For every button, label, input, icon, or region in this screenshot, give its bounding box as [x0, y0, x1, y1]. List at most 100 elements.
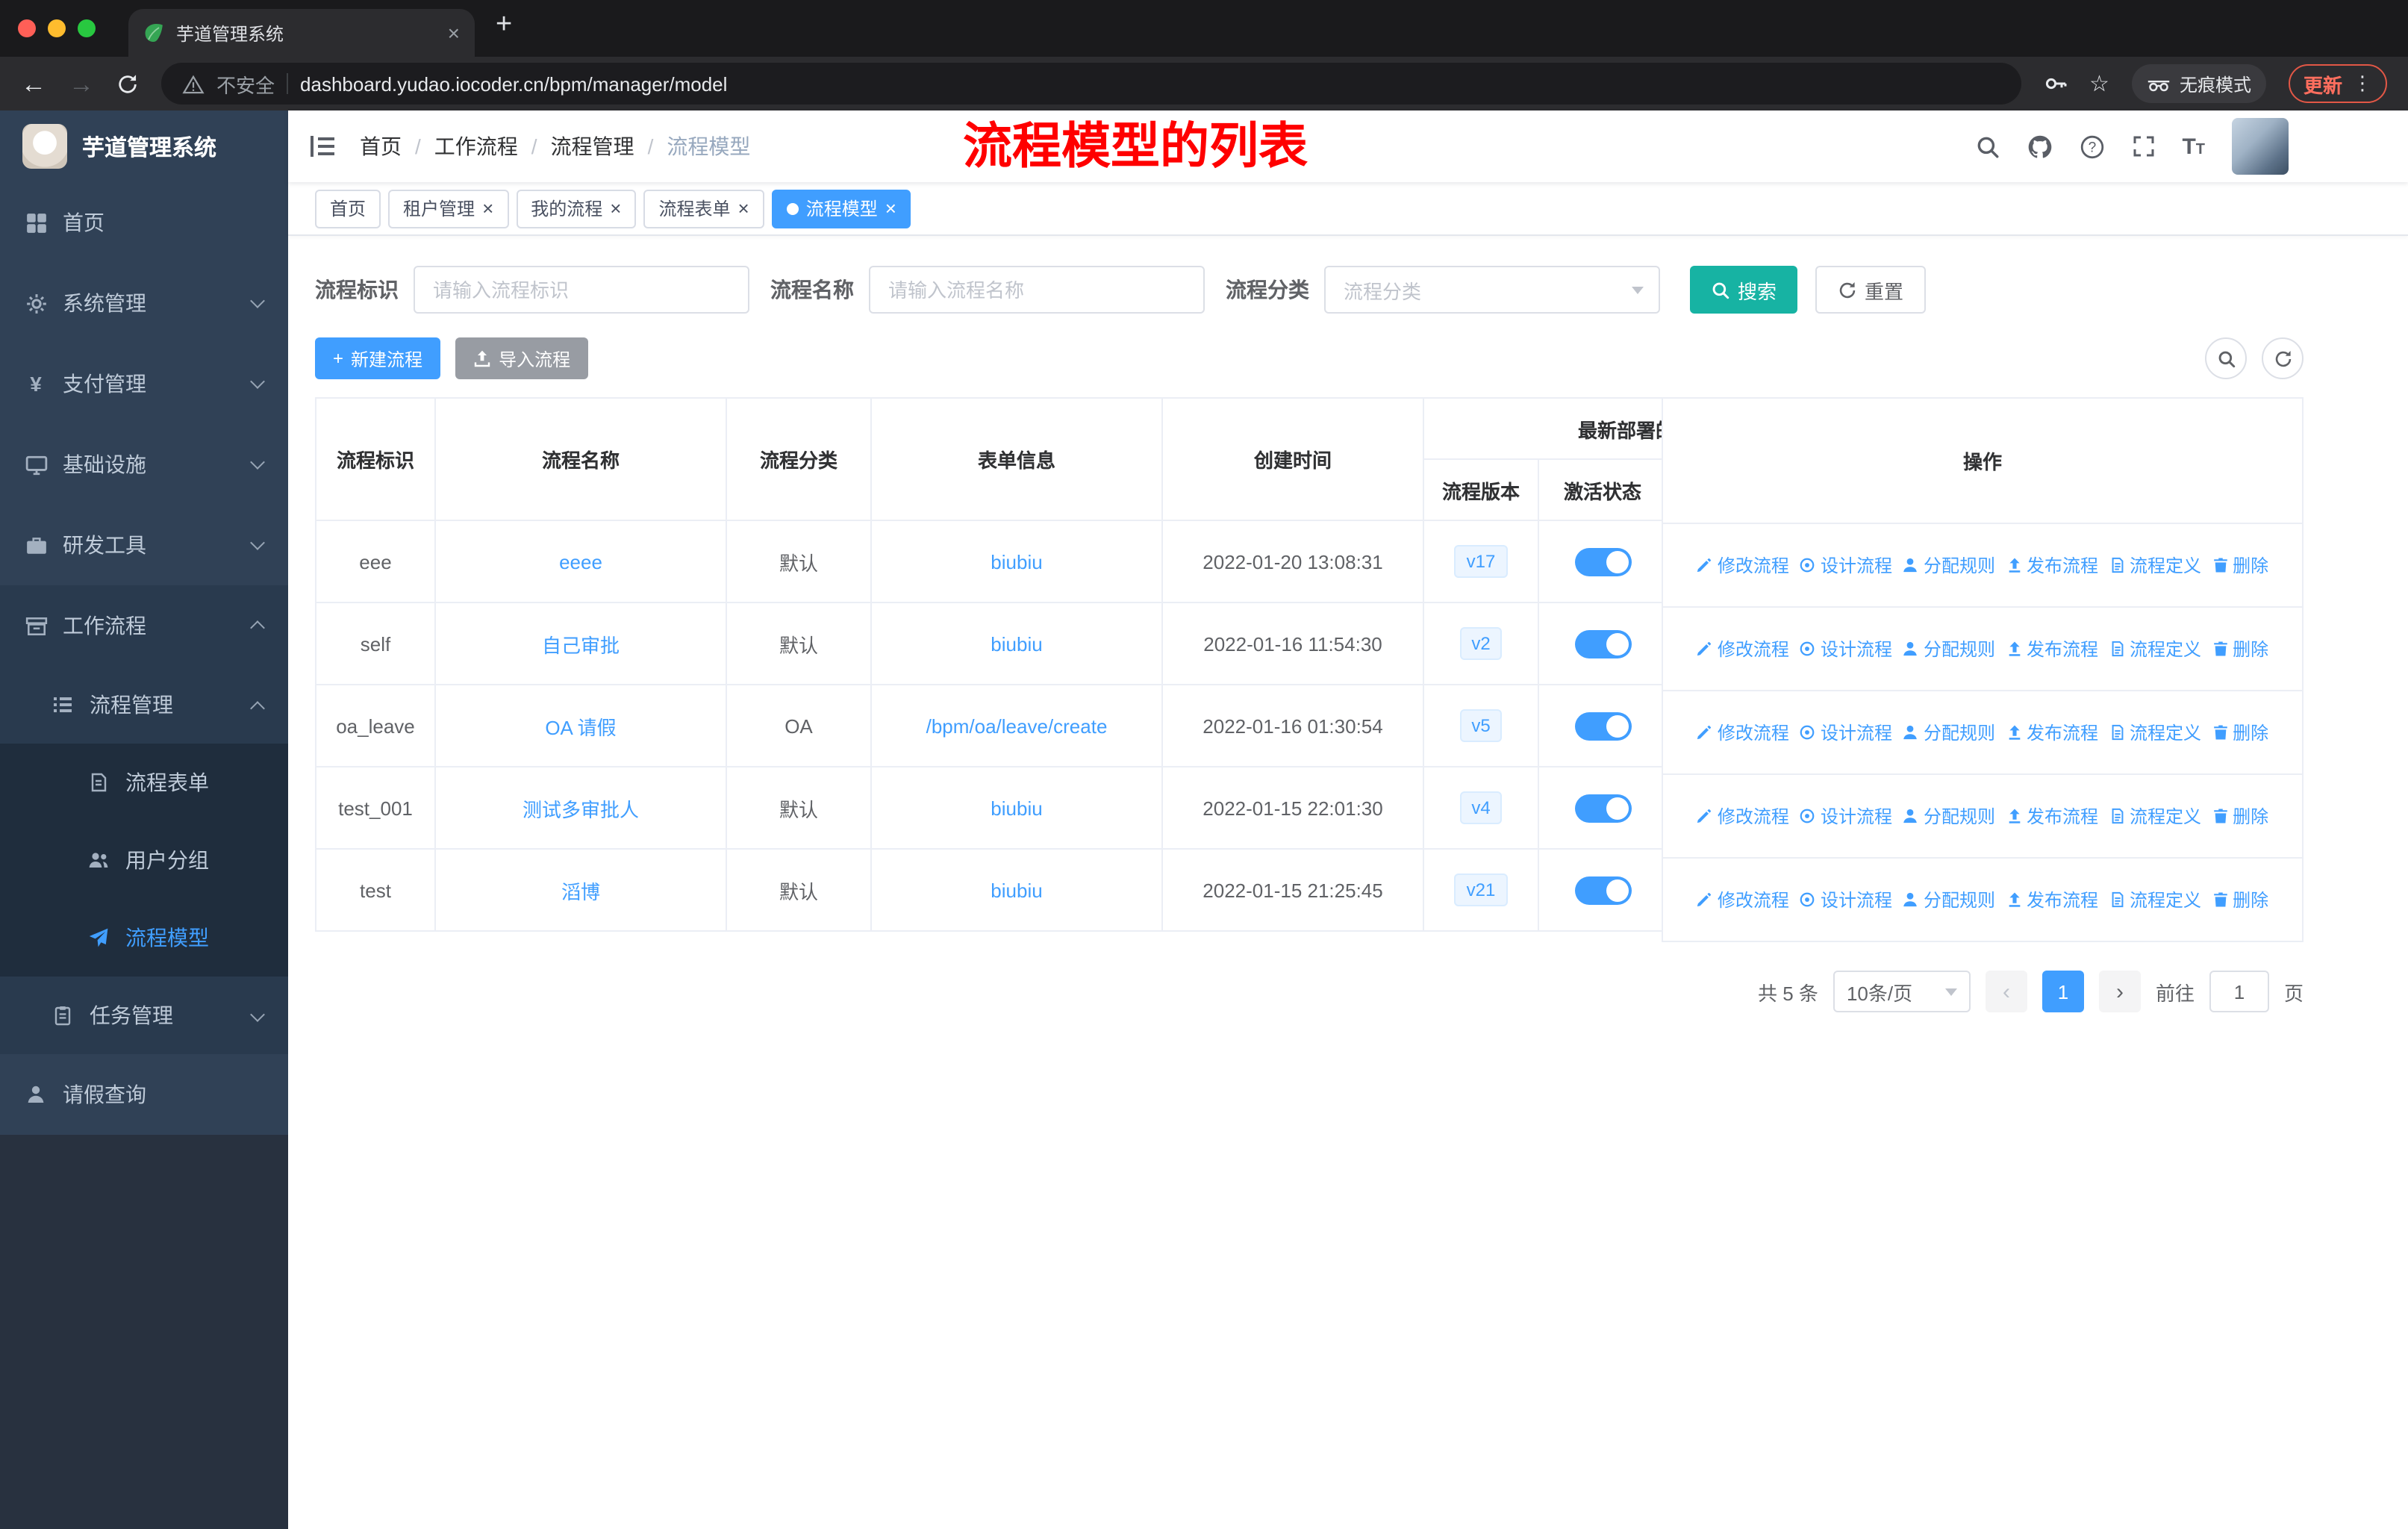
browser-update-button[interactable]: 更新 ⋮ [2288, 64, 2387, 103]
active-toggle[interactable] [1574, 876, 1631, 904]
tag-close-icon[interactable]: × [885, 199, 896, 218]
search-icon[interactable] [1974, 134, 2000, 159]
delete-action[interactable]: 删除 [2212, 552, 2268, 578]
help-icon[interactable]: ? [2079, 134, 2104, 159]
publish-action[interactable]: 发布流程 [2006, 636, 2098, 661]
publish-action[interactable]: 发布流程 [2006, 552, 2098, 578]
toggle-search-button[interactable] [2205, 337, 2247, 379]
window-zoom-button[interactable] [78, 19, 96, 37]
font-size-icon[interactable]: TT [2182, 134, 2205, 159]
goto-page-input[interactable] [2209, 971, 2269, 1012]
sidebar-item-home[interactable]: 首页 [0, 182, 288, 263]
design-action[interactable]: 设计流程 [1800, 803, 1892, 829]
forward-icon[interactable]: → [69, 71, 94, 96]
search-button[interactable]: 搜索 [1690, 266, 1798, 314]
delete-action[interactable]: 删除 [2212, 720, 2268, 745]
browser-tab[interactable]: 芋道管理系统 × [128, 9, 475, 57]
tag-home[interactable]: 首页 [315, 189, 381, 228]
create-process-button[interactable]: + 新建流程 [315, 337, 441, 379]
tag-close-icon[interactable]: × [610, 199, 621, 218]
edit-action[interactable]: 修改流程 [1697, 803, 1789, 829]
assign-rule-action[interactable]: 分配规则 [1903, 803, 1995, 829]
prev-page-button[interactable]: ‹ [1985, 971, 2027, 1012]
process-name-link[interactable]: 自己审批 [542, 634, 620, 656]
active-toggle[interactable] [1574, 629, 1631, 658]
form-link[interactable]: biubiu [991, 550, 1042, 573]
sidebar-item-dev-tools[interactable]: 研发工具 [0, 505, 288, 585]
password-key-icon[interactable] [2043, 72, 2067, 96]
user-avatar[interactable] [2232, 118, 2289, 175]
sidebar-item-process-form[interactable]: 流程表单 [0, 744, 288, 821]
edit-action[interactable]: 修改流程 [1697, 552, 1789, 578]
design-action[interactable]: 设计流程 [1800, 887, 1892, 912]
sidebar-item-leave-query[interactable]: 请假查询 [0, 1054, 288, 1135]
active-toggle[interactable] [1574, 794, 1631, 822]
sidebar-item-task-mgmt[interactable]: 任务管理 [0, 977, 288, 1054]
tag-close-icon[interactable]: × [482, 199, 493, 218]
definition-action[interactable]: 流程定义 [2109, 636, 2201, 661]
process-name-link[interactable]: OA 请假 [545, 716, 616, 738]
definition-action[interactable]: 流程定义 [2109, 803, 2201, 829]
sidebar-logo[interactable]: 芋道管理系统 [0, 110, 288, 182]
sidebar-item-system-mgmt[interactable]: 系统管理 [0, 263, 288, 343]
edit-action[interactable]: 修改流程 [1697, 887, 1789, 912]
design-action[interactable]: 设计流程 [1800, 720, 1892, 745]
process-name-link[interactable]: eeee [559, 550, 602, 573]
delete-action[interactable]: 删除 [2212, 887, 2268, 912]
sidebar-item-user-group[interactable]: 用户分组 [0, 821, 288, 899]
form-link[interactable]: biubiu [991, 879, 1042, 901]
import-process-button[interactable]: 导入流程 [455, 337, 589, 379]
next-page-button[interactable]: › [2098, 971, 2141, 1012]
definition-action[interactable]: 流程定义 [2109, 720, 2201, 745]
page-size-select[interactable]: 10条/页 [1832, 971, 1971, 1012]
back-icon[interactable]: ← [21, 71, 46, 96]
form-link[interactable]: biubiu [991, 797, 1042, 819]
browser-menu-icon[interactable]: ⋮ [2353, 72, 2372, 96]
active-toggle[interactable] [1574, 547, 1631, 576]
window-minimize-button[interactable] [48, 19, 66, 37]
github-icon[interactable] [2027, 134, 2052, 159]
page-1-button[interactable]: 1 [2042, 971, 2084, 1012]
process-name-input[interactable] [869, 266, 1205, 314]
tag-process-form[interactable]: 流程表单 × [643, 189, 764, 228]
breadcrumb-item[interactable]: 首页 [360, 131, 402, 161]
assign-rule-action[interactable]: 分配规则 [1903, 720, 1995, 745]
active-toggle[interactable] [1574, 711, 1631, 740]
edit-action[interactable]: 修改流程 [1697, 636, 1789, 661]
menu-fold-icon[interactable] [309, 134, 336, 158]
publish-action[interactable]: 发布流程 [2006, 803, 2098, 829]
publish-action[interactable]: 发布流程 [2006, 720, 2098, 745]
process-id-input[interactable] [414, 266, 749, 314]
breadcrumb-item[interactable]: 工作流程 [434, 131, 518, 161]
new-tab-button[interactable]: + [496, 9, 512, 42]
window-close-button[interactable] [18, 19, 36, 37]
tag-close-icon[interactable]: × [738, 199, 749, 218]
sidebar-item-process-mgmt[interactable]: 流程管理 [0, 666, 288, 744]
form-link[interactable]: biubiu [991, 632, 1042, 655]
assign-rule-action[interactable]: 分配规则 [1903, 552, 1995, 578]
sidebar-item-workflow[interactable]: 工作流程 [0, 585, 288, 666]
delete-action[interactable]: 删除 [2212, 803, 2268, 829]
publish-action[interactable]: 发布流程 [2006, 887, 2098, 912]
fullscreen-icon[interactable] [2131, 134, 2155, 158]
sidebar-item-process-model[interactable]: 流程模型 [0, 899, 288, 977]
assign-rule-action[interactable]: 分配规则 [1903, 887, 1995, 912]
sidebar-item-infrastructure[interactable]: 基础设施 [0, 424, 288, 505]
tag-tenant-mgmt[interactable]: 租户管理 × [388, 189, 509, 228]
breadcrumb-item[interactable]: 流程管理 [551, 131, 634, 161]
design-action[interactable]: 设计流程 [1800, 636, 1892, 661]
process-name-link[interactable]: 测试多审批人 [523, 798, 639, 820]
sidebar-item-payment-mgmt[interactable]: ¥ 支付管理 [0, 343, 288, 424]
assign-rule-action[interactable]: 分配规则 [1903, 636, 1995, 661]
form-link[interactable]: /bpm/oa/leave/create [926, 714, 1108, 737]
process-name-link[interactable]: 滔博 [561, 880, 600, 903]
definition-action[interactable]: 流程定义 [2109, 552, 2201, 578]
reload-icon[interactable] [116, 72, 139, 95]
refresh-table-button[interactable] [2262, 337, 2303, 379]
bookmark-star-icon[interactable]: ☆ [2089, 70, 2109, 97]
definition-action[interactable]: 流程定义 [2109, 887, 2201, 912]
design-action[interactable]: 设计流程 [1800, 552, 1892, 578]
edit-action[interactable]: 修改流程 [1697, 720, 1789, 745]
tab-close-icon[interactable]: × [448, 21, 460, 45]
tag-process-model[interactable]: 流程模型 × [771, 189, 911, 228]
